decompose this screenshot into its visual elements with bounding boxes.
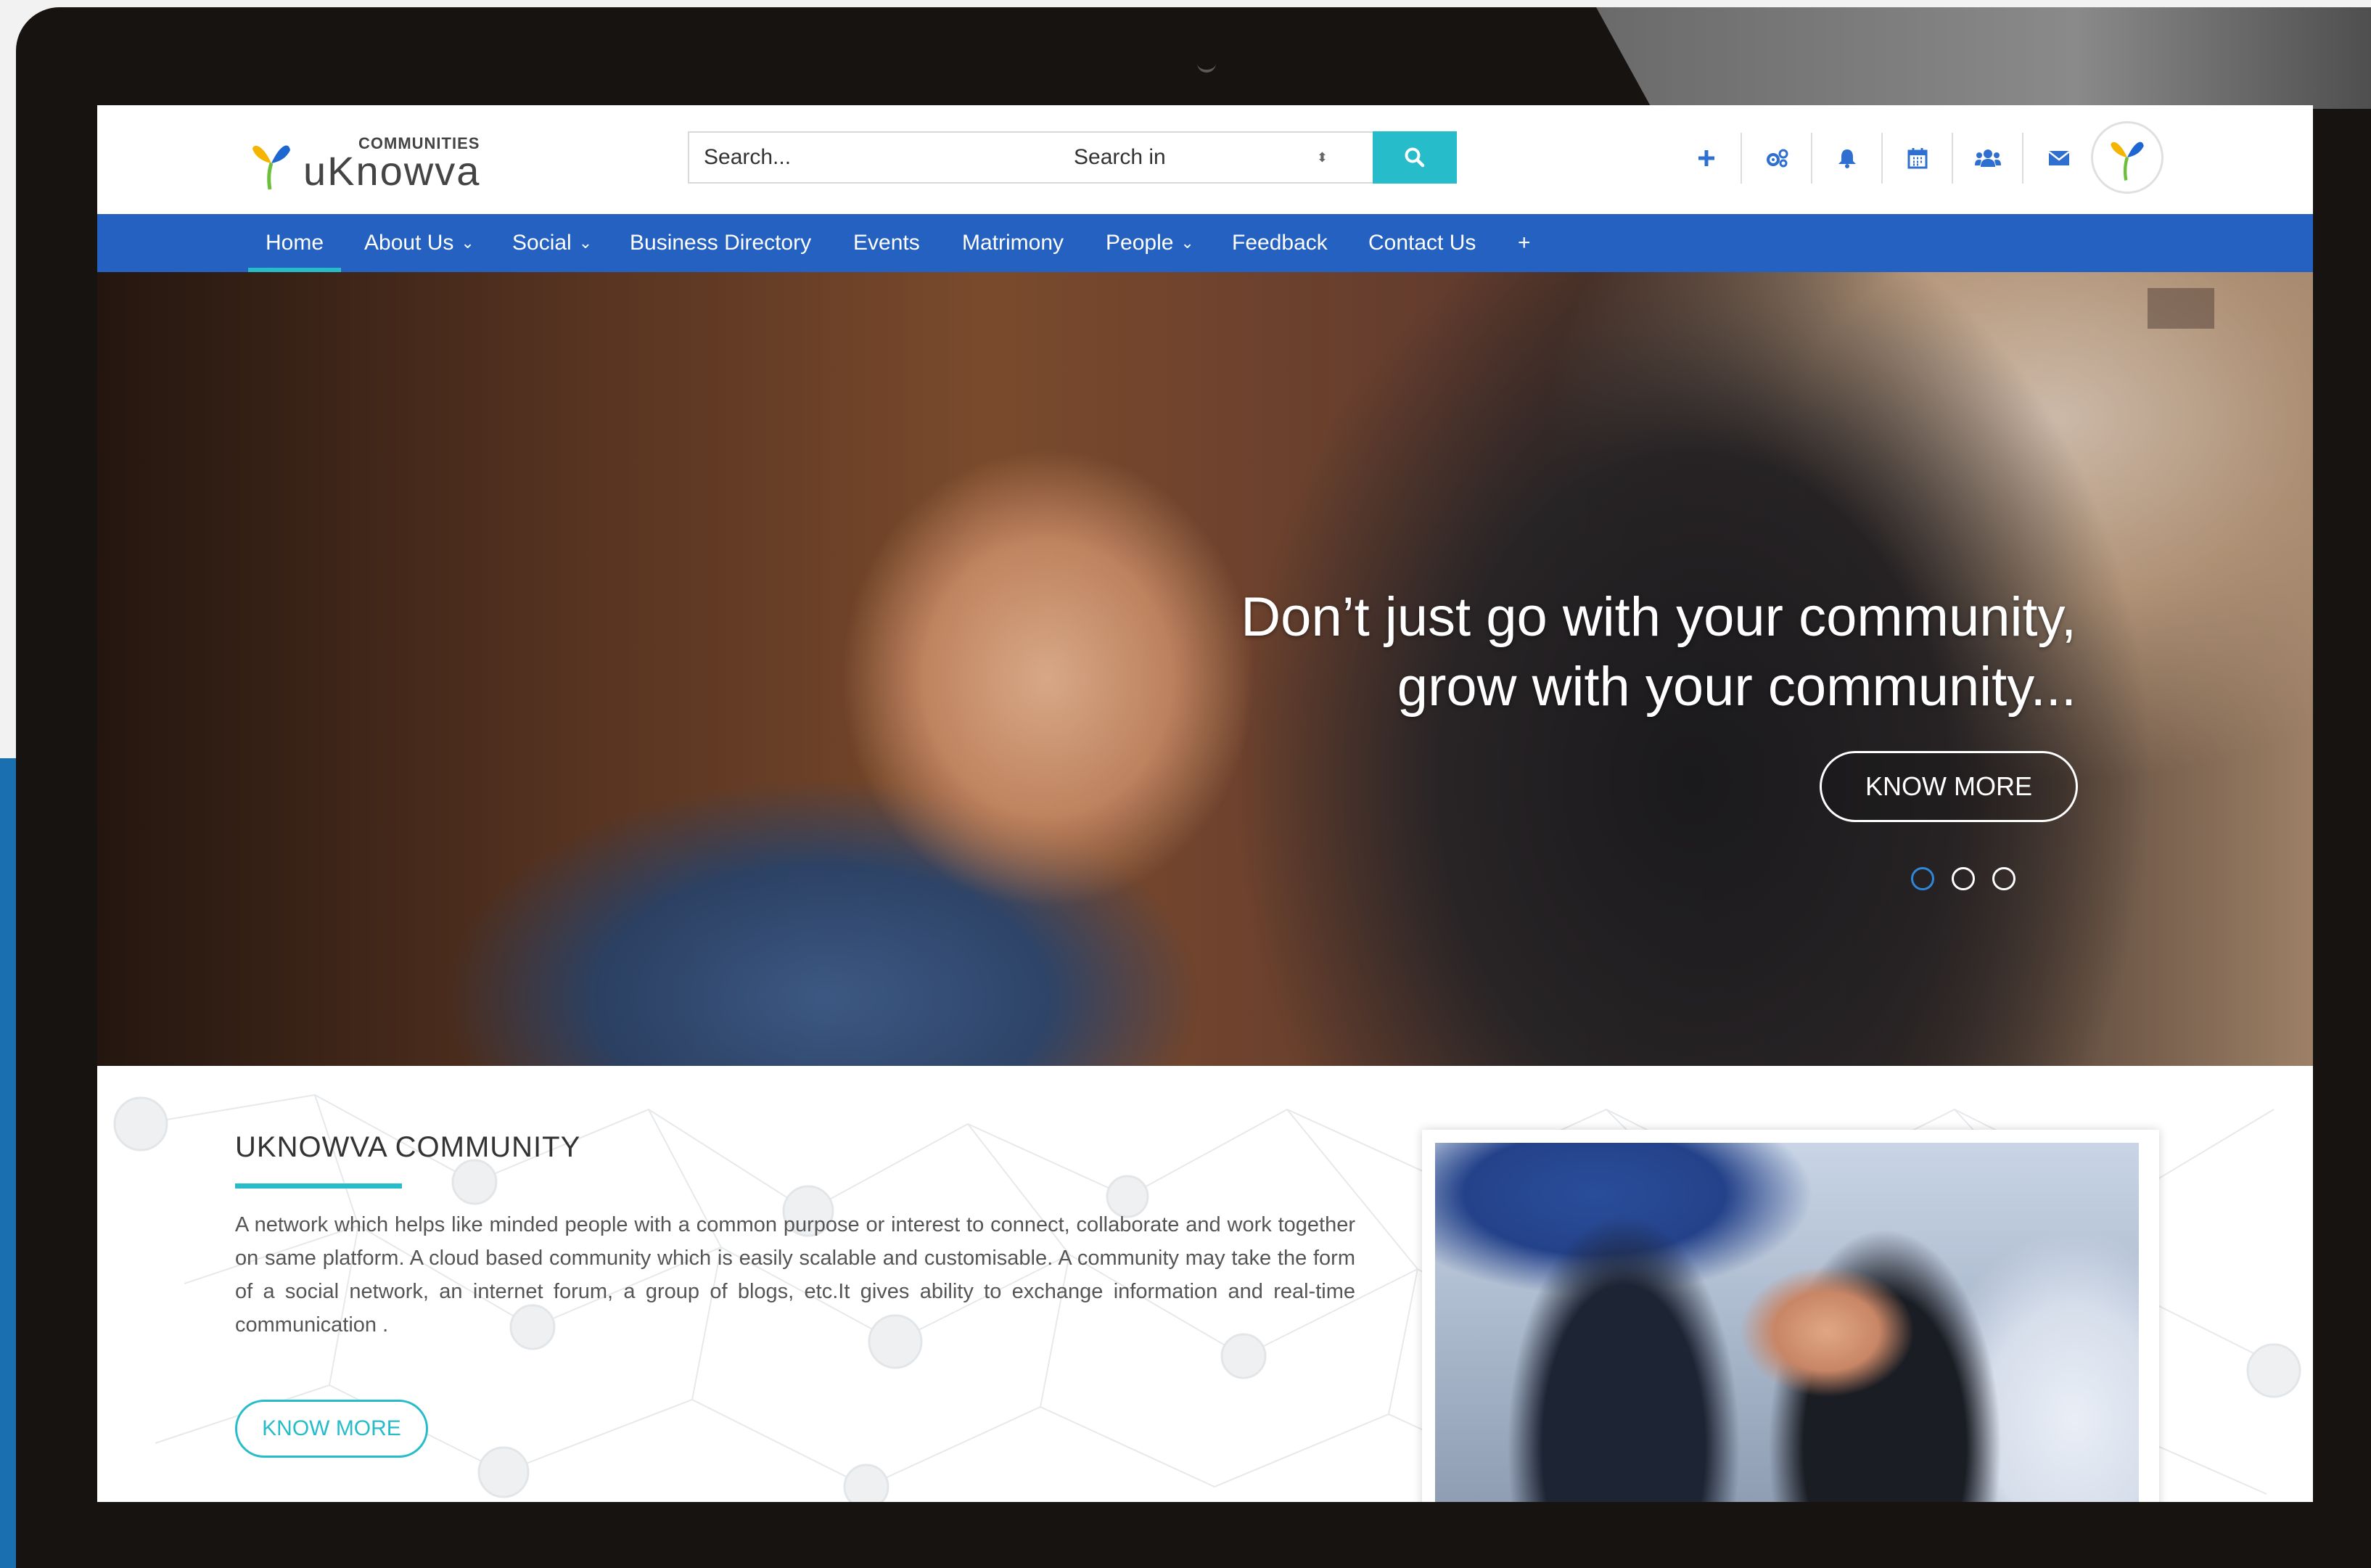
slider-dot-2[interactable] bbox=[1952, 867, 1975, 890]
nav-item-business-directory[interactable]: Business Directory bbox=[630, 214, 811, 272]
hero-slider: Don’t just go with your community, grow … bbox=[97, 272, 2313, 1066]
nav-item-more[interactable]: + bbox=[1518, 214, 1531, 272]
nav-item-about-us[interactable]: About Us ⌄ bbox=[364, 214, 474, 272]
hero-know-more-button[interactable]: KNOW MORE bbox=[1820, 751, 2078, 822]
search-button[interactable] bbox=[1373, 131, 1457, 184]
nav-item-contact-us[interactable]: Contact Us bbox=[1368, 214, 1476, 272]
nav-label: Feedback bbox=[1232, 231, 1328, 255]
settings-button[interactable] bbox=[1742, 133, 1812, 184]
cogs-icon bbox=[1766, 149, 1788, 168]
bell-icon bbox=[1838, 149, 1856, 168]
nav-label: People bbox=[1106, 231, 1174, 255]
main-navigation: Home About Us ⌄ Social ⌄ Business Director… bbox=[97, 214, 2313, 272]
about-description: A network which helps like minded people… bbox=[235, 1213, 1355, 1337]
chevron-down-icon: ⌄ bbox=[461, 234, 474, 252]
about-heading: UKNOWVA COMMUNITY bbox=[235, 1131, 581, 1163]
teamwork-photo-frame bbox=[1422, 1130, 2159, 1502]
laptop-screen: COMMUNITIES uKnowva Search in ⬍ bbox=[97, 105, 2313, 1502]
hero-headline-line-1: Don’t just go with your community, bbox=[1241, 586, 2076, 648]
search-icon bbox=[1405, 147, 1425, 168]
groups-button[interactable] bbox=[1953, 133, 2023, 184]
nav-label: Contact Us bbox=[1368, 231, 1476, 255]
butterfly-avatar-icon bbox=[2111, 141, 2144, 181]
slider-control[interactable] bbox=[2148, 288, 2214, 329]
envelope-icon bbox=[2047, 151, 2070, 165]
heading-underline bbox=[235, 1183, 402, 1189]
chevron-down-icon: ⌄ bbox=[1180, 234, 1194, 252]
nav-item-home[interactable]: Home bbox=[266, 214, 324, 272]
bezel-glare bbox=[1596, 7, 2371, 109]
butterfly-logo-icon bbox=[252, 145, 290, 190]
hero-headline: Don’t just go with your community, grow … bbox=[1241, 583, 2076, 722]
plus-icon bbox=[1698, 150, 1714, 166]
notifications-button[interactable] bbox=[1812, 133, 1883, 184]
nav-label: About Us bbox=[364, 231, 454, 255]
search-input[interactable] bbox=[704, 133, 1052, 182]
select-caret-icon: ⬍ bbox=[1316, 150, 1328, 165]
header-toolbar bbox=[1672, 133, 2094, 184]
search-bar: Search in ⬍ bbox=[688, 131, 1457, 184]
users-icon bbox=[1974, 149, 2001, 167]
messages-button[interactable] bbox=[2023, 133, 2094, 184]
slider-dot-3[interactable] bbox=[1992, 867, 2015, 890]
nav-item-matrimony[interactable]: Matrimony bbox=[962, 214, 1064, 272]
site-header: COMMUNITIES uKnowva Search in ⬍ bbox=[97, 105, 2313, 214]
nav-label: Social bbox=[512, 231, 572, 255]
nav-label: Business Directory bbox=[630, 231, 812, 255]
user-avatar[interactable] bbox=[2091, 121, 2164, 194]
hero-headline-line-2: grow with your community... bbox=[1397, 656, 2076, 718]
logo-wordmark: uKnowva bbox=[303, 148, 481, 194]
calendar-icon bbox=[1907, 148, 1927, 169]
about-section: UKNOWVA COMMUNITY A network which helps … bbox=[97, 1066, 2313, 1502]
add-button[interactable] bbox=[1672, 133, 1742, 184]
teamwork-photo bbox=[1435, 1143, 2139, 1502]
chevron-down-icon: ⌄ bbox=[578, 234, 593, 252]
search-in-select[interactable]: Search in ⬍ bbox=[1074, 133, 1357, 182]
webcam-icon bbox=[1197, 54, 1216, 73]
nav-label: Events bbox=[853, 231, 920, 255]
slider-dot-1[interactable] bbox=[1911, 867, 1934, 890]
nav-item-feedback[interactable]: Feedback bbox=[1232, 214, 1328, 272]
site-logo[interactable]: COMMUNITIES uKnowva bbox=[250, 127, 496, 197]
slider-pagination bbox=[1911, 867, 2015, 890]
nav-label: Home bbox=[266, 231, 324, 255]
nav-item-social[interactable]: Social ⌄ bbox=[512, 214, 592, 272]
nav-item-events[interactable]: Events bbox=[853, 214, 920, 272]
about-know-more-button[interactable]: KNOW MORE bbox=[235, 1400, 428, 1458]
search-in-label: Search in bbox=[1074, 145, 1166, 169]
nav-label: Matrimony bbox=[962, 231, 1064, 255]
calendar-button[interactable] bbox=[1883, 133, 1953, 184]
nav-label: + bbox=[1518, 231, 1531, 255]
nav-item-people[interactable]: People ⌄ bbox=[1106, 214, 1194, 272]
